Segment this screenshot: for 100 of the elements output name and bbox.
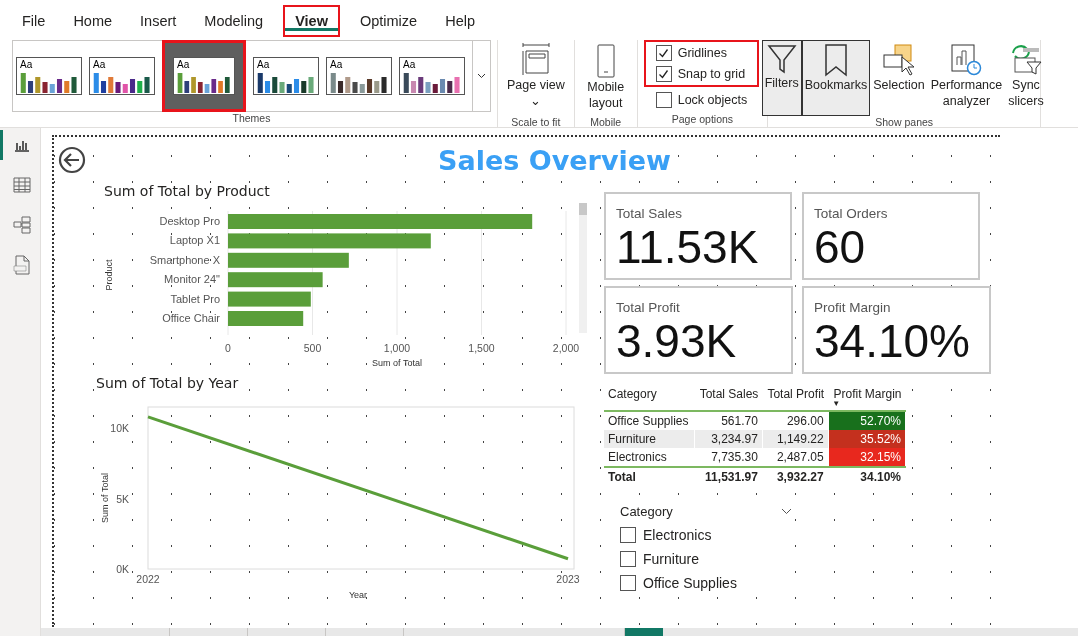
mini-bar-chart-drawing [20,73,78,93]
page-view-button[interactable]: Page view ⌄ [504,40,568,116]
axis-label: Smartphone X [149,253,220,266]
axis-title: Sum of Total [100,473,110,523]
kpi-label: Total Orders [814,206,889,221]
checkbox[interactable] [655,92,672,108]
pane-toggle-button[interactable]: Performance analyzer [927,40,1006,116]
pane-toggle-button[interactable]: Filters [761,40,802,116]
menu-tab[interactable]: Insert [128,5,189,37]
theme-sample-text: Aa [177,59,191,70]
column-header[interactable]: Category [604,387,695,411]
theme-sample-text: Aa [93,59,107,70]
theme-swatch[interactable]: Aa [399,57,465,95]
checkmark-icon [658,47,670,59]
funnel-icon [765,43,798,75]
bookmark-icon [824,43,848,77]
theme-swatch[interactable]: Aa [162,40,246,112]
axis-tick: 2,000 [552,342,580,354]
performance-icon [950,43,983,77]
menu-tab[interactable]: Optimize [347,5,430,37]
menu-tab[interactable]: Home [61,5,125,37]
page-view-icon [520,43,551,77]
total-cell: 34.10% [828,467,906,486]
checkbox[interactable] [620,551,636,567]
checkbox-option[interactable]: Snap to grid [655,66,746,82]
axis-label: Desktop Pro [159,215,220,227]
theme-swatch[interactable]: Aa [89,57,155,95]
selection-icon [881,43,916,77]
group-label: Page options [671,113,734,127]
mobile-layout-button[interactable]: Mobile layout [580,40,631,116]
checkbox[interactable] [655,66,672,82]
axis-tick: 2022 [136,573,160,585]
slicer-title: Category [620,504,673,519]
axis-title: Sum of Total [372,358,422,368]
chevron-down-icon[interactable] [781,508,792,515]
axis-title: Product [104,259,114,291]
total-cell: Total [604,467,695,486]
theme-sample-text: Aa [257,59,271,70]
mini-bar-chart-drawing [177,73,231,93]
margin-cell: 35.52% [828,430,906,448]
axis-tick: 500 [303,342,322,354]
column-header[interactable]: Profit Margin ▼ [828,387,906,411]
checkbox-option[interactable]: Lock objects [655,92,748,108]
theme-swatch[interactable]: Aa [253,57,319,95]
chevron-down-icon [477,73,486,79]
pane-toggle-button[interactable]: Selection [870,40,928,116]
axis-label: Office Chair [162,312,220,324]
axis-title: Year [348,590,368,600]
group-label: Mobile [590,116,622,130]
axis-tick: 5K [116,492,129,505]
group-label: Themes [232,112,271,126]
checkbox[interactable] [620,527,636,543]
axis-label: Tablet Pro [170,292,220,305]
checkbox-option[interactable]: Gridlines [655,45,746,61]
table-cell: Furniture [604,430,695,448]
table-icon [12,177,31,193]
table-cell: 1,149.22 [762,430,829,448]
checkbox[interactable] [620,575,636,591]
menu-tab[interactable]: Help [433,5,487,37]
chart-title: Sum of Total by Year [96,375,239,391]
kpi-label: Total Profit [616,300,681,315]
axis-tick: 1,000 [383,342,411,354]
theme-swatch[interactable]: Aa [16,57,82,95]
axis-tick: 0 [225,342,231,354]
checkmark-icon [658,68,670,80]
axis-label: Laptop X1 [169,234,220,247]
slicer-item[interactable]: Electronics [620,527,792,543]
menu-tab[interactable]: Modeling [192,5,276,37]
table-cell: 7,735.30 [694,448,763,467]
checkbox[interactable] [655,45,672,61]
margin-cell: 32.15% [828,448,906,467]
pane-toggle-button[interactable]: Sync slicers [1005,40,1047,116]
table-cell: 3,234.97 [694,430,763,448]
group-label: Show panes [875,116,934,130]
kpi-label: Total Sales [616,206,684,221]
theme-sample-text: Aa [403,59,417,70]
pane-toggle-button[interactable]: Bookmarks [801,40,871,116]
column-header[interactable]: Total Sales [694,387,763,411]
sort-indicator: ▼ [832,401,842,407]
mini-bar-chart-drawing [257,73,315,93]
slicer-item[interactable]: Furniture [620,551,792,567]
slicer-item[interactable]: Office Supplies [620,575,792,591]
mini-bar-chart-drawing [93,73,151,93]
theme-sample-text: Aa [20,59,34,70]
mini-bar-chart-drawing [330,73,388,93]
kpi-value: 11.53K [616,221,760,273]
theme-swatch[interactable]: Aa [326,57,392,95]
kpi-value: 60 [814,221,867,273]
mini-bar-chart-drawing [403,73,461,93]
kpi-label: Profit Margin [814,300,892,315]
phone-icon [595,43,616,79]
total-cell: 3,932.27 [762,467,829,486]
menu-tab[interactable]: View [283,5,340,37]
axis-tick: 10K [110,422,129,435]
axis-label: Monitor 24" [164,273,220,286]
axis-tick: 2023 [556,573,580,585]
kpi-value: 3.93K [616,315,738,367]
menu-tab[interactable]: File [10,5,58,37]
column-header[interactable]: Total Profit [762,387,829,411]
chart-title: Sum of Total by Product [104,183,270,199]
